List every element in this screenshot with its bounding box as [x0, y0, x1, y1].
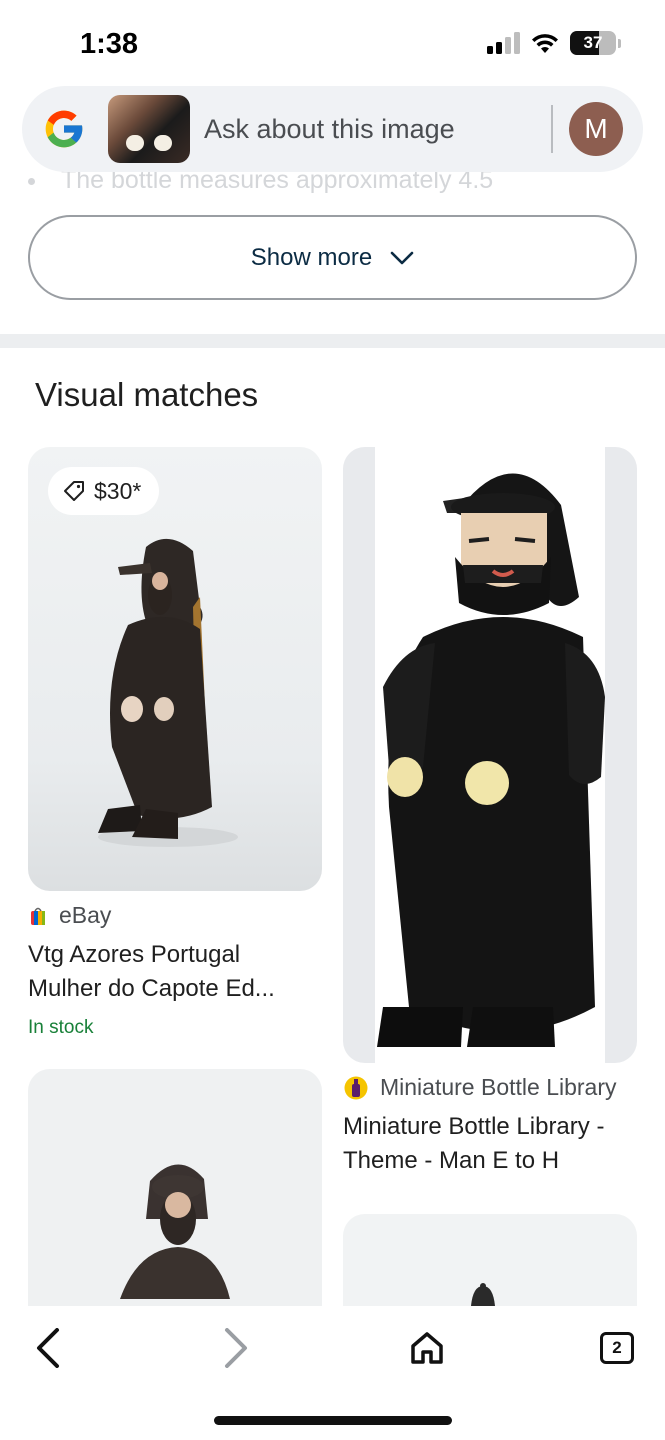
wifi-icon [532, 34, 558, 53]
chevron-right-icon [225, 1328, 247, 1368]
home-indicator [214, 1416, 452, 1425]
result-source-bottle-library[interactable]: Miniature Bottle Library [344, 1074, 617, 1101]
tab-switcher-button[interactable]: 2 [595, 1326, 639, 1370]
thumb-hand-left [126, 135, 144, 151]
battery-cap [618, 38, 621, 48]
result-image-4[interactable] [343, 1214, 637, 1306]
lens-search-bar[interactable]: Ask about this image M [22, 86, 643, 172]
show-more-label: Show more [250, 243, 373, 271]
battery-level: 37 [583, 33, 603, 52]
result-title-ebay[interactable]: Vtg Azores Portugal Mulher do Capote Ed.… [28, 938, 322, 1006]
ask-about-image-input[interactable]: Ask about this image [204, 114, 551, 145]
stock-status: In stock [28, 1017, 94, 1038]
section-separator [0, 334, 665, 348]
visual-matches-title: Visual matches [35, 376, 259, 413]
browser-toolbar: 2 [0, 1306, 665, 1440]
result-title-line1: Vtg Azores Portugal [28, 941, 241, 968]
battery-icon: 37 [570, 31, 616, 55]
status-icons: 37 [487, 31, 621, 55]
result-title-line2: Mulher do Capote Ed... [28, 975, 275, 1002]
chevron-left-icon [37, 1328, 59, 1368]
status-bar: 1:38 37 [0, 0, 665, 84]
back-button[interactable] [26, 1326, 70, 1370]
figurine-image-3 [120, 1164, 230, 1299]
query-image-thumbnail[interactable] [108, 95, 190, 163]
search-divider [551, 105, 553, 153]
source-name: eBay [59, 902, 112, 928]
home-button[interactable] [405, 1326, 449, 1370]
account-avatar[interactable]: M [569, 102, 623, 156]
figurine-image-2 [375, 447, 605, 1063]
chevron-down-icon [390, 251, 414, 264]
result-title-line2: Theme - Man E to H [343, 1147, 560, 1174]
figurine-image-4 [471, 1283, 495, 1306]
result-title-line1: Miniature Bottle Library - [343, 1113, 605, 1140]
result-source-ebay[interactable]: eBay [29, 902, 111, 929]
bullet-dot [28, 177, 35, 185]
price-tag-icon [64, 481, 84, 501]
bottle-favicon-icon [344, 1076, 368, 1099]
forward-button[interactable] [214, 1326, 258, 1370]
result-image-3[interactable] [28, 1069, 322, 1306]
result-image-ebay[interactable]: $30* [28, 447, 322, 891]
price-tag: $30* [48, 467, 160, 515]
ebay-favicon-icon [31, 907, 45, 925]
price-value: $30* [94, 477, 142, 504]
result-image-bottle-library[interactable] [343, 447, 637, 1063]
source-name: Miniature Bottle Library [380, 1074, 617, 1100]
tab-count: 2 [600, 1332, 634, 1364]
result-title-bottle-library[interactable]: Miniature Bottle Library - Theme - Man E… [343, 1110, 643, 1178]
show-more-button[interactable]: Show more [28, 215, 637, 300]
cellular-signal-icon [487, 32, 520, 54]
home-icon [411, 1332, 443, 1364]
thumb-hand-right [154, 135, 172, 151]
google-logo-icon[interactable] [42, 107, 86, 151]
status-time: 1:38 [80, 28, 139, 60]
